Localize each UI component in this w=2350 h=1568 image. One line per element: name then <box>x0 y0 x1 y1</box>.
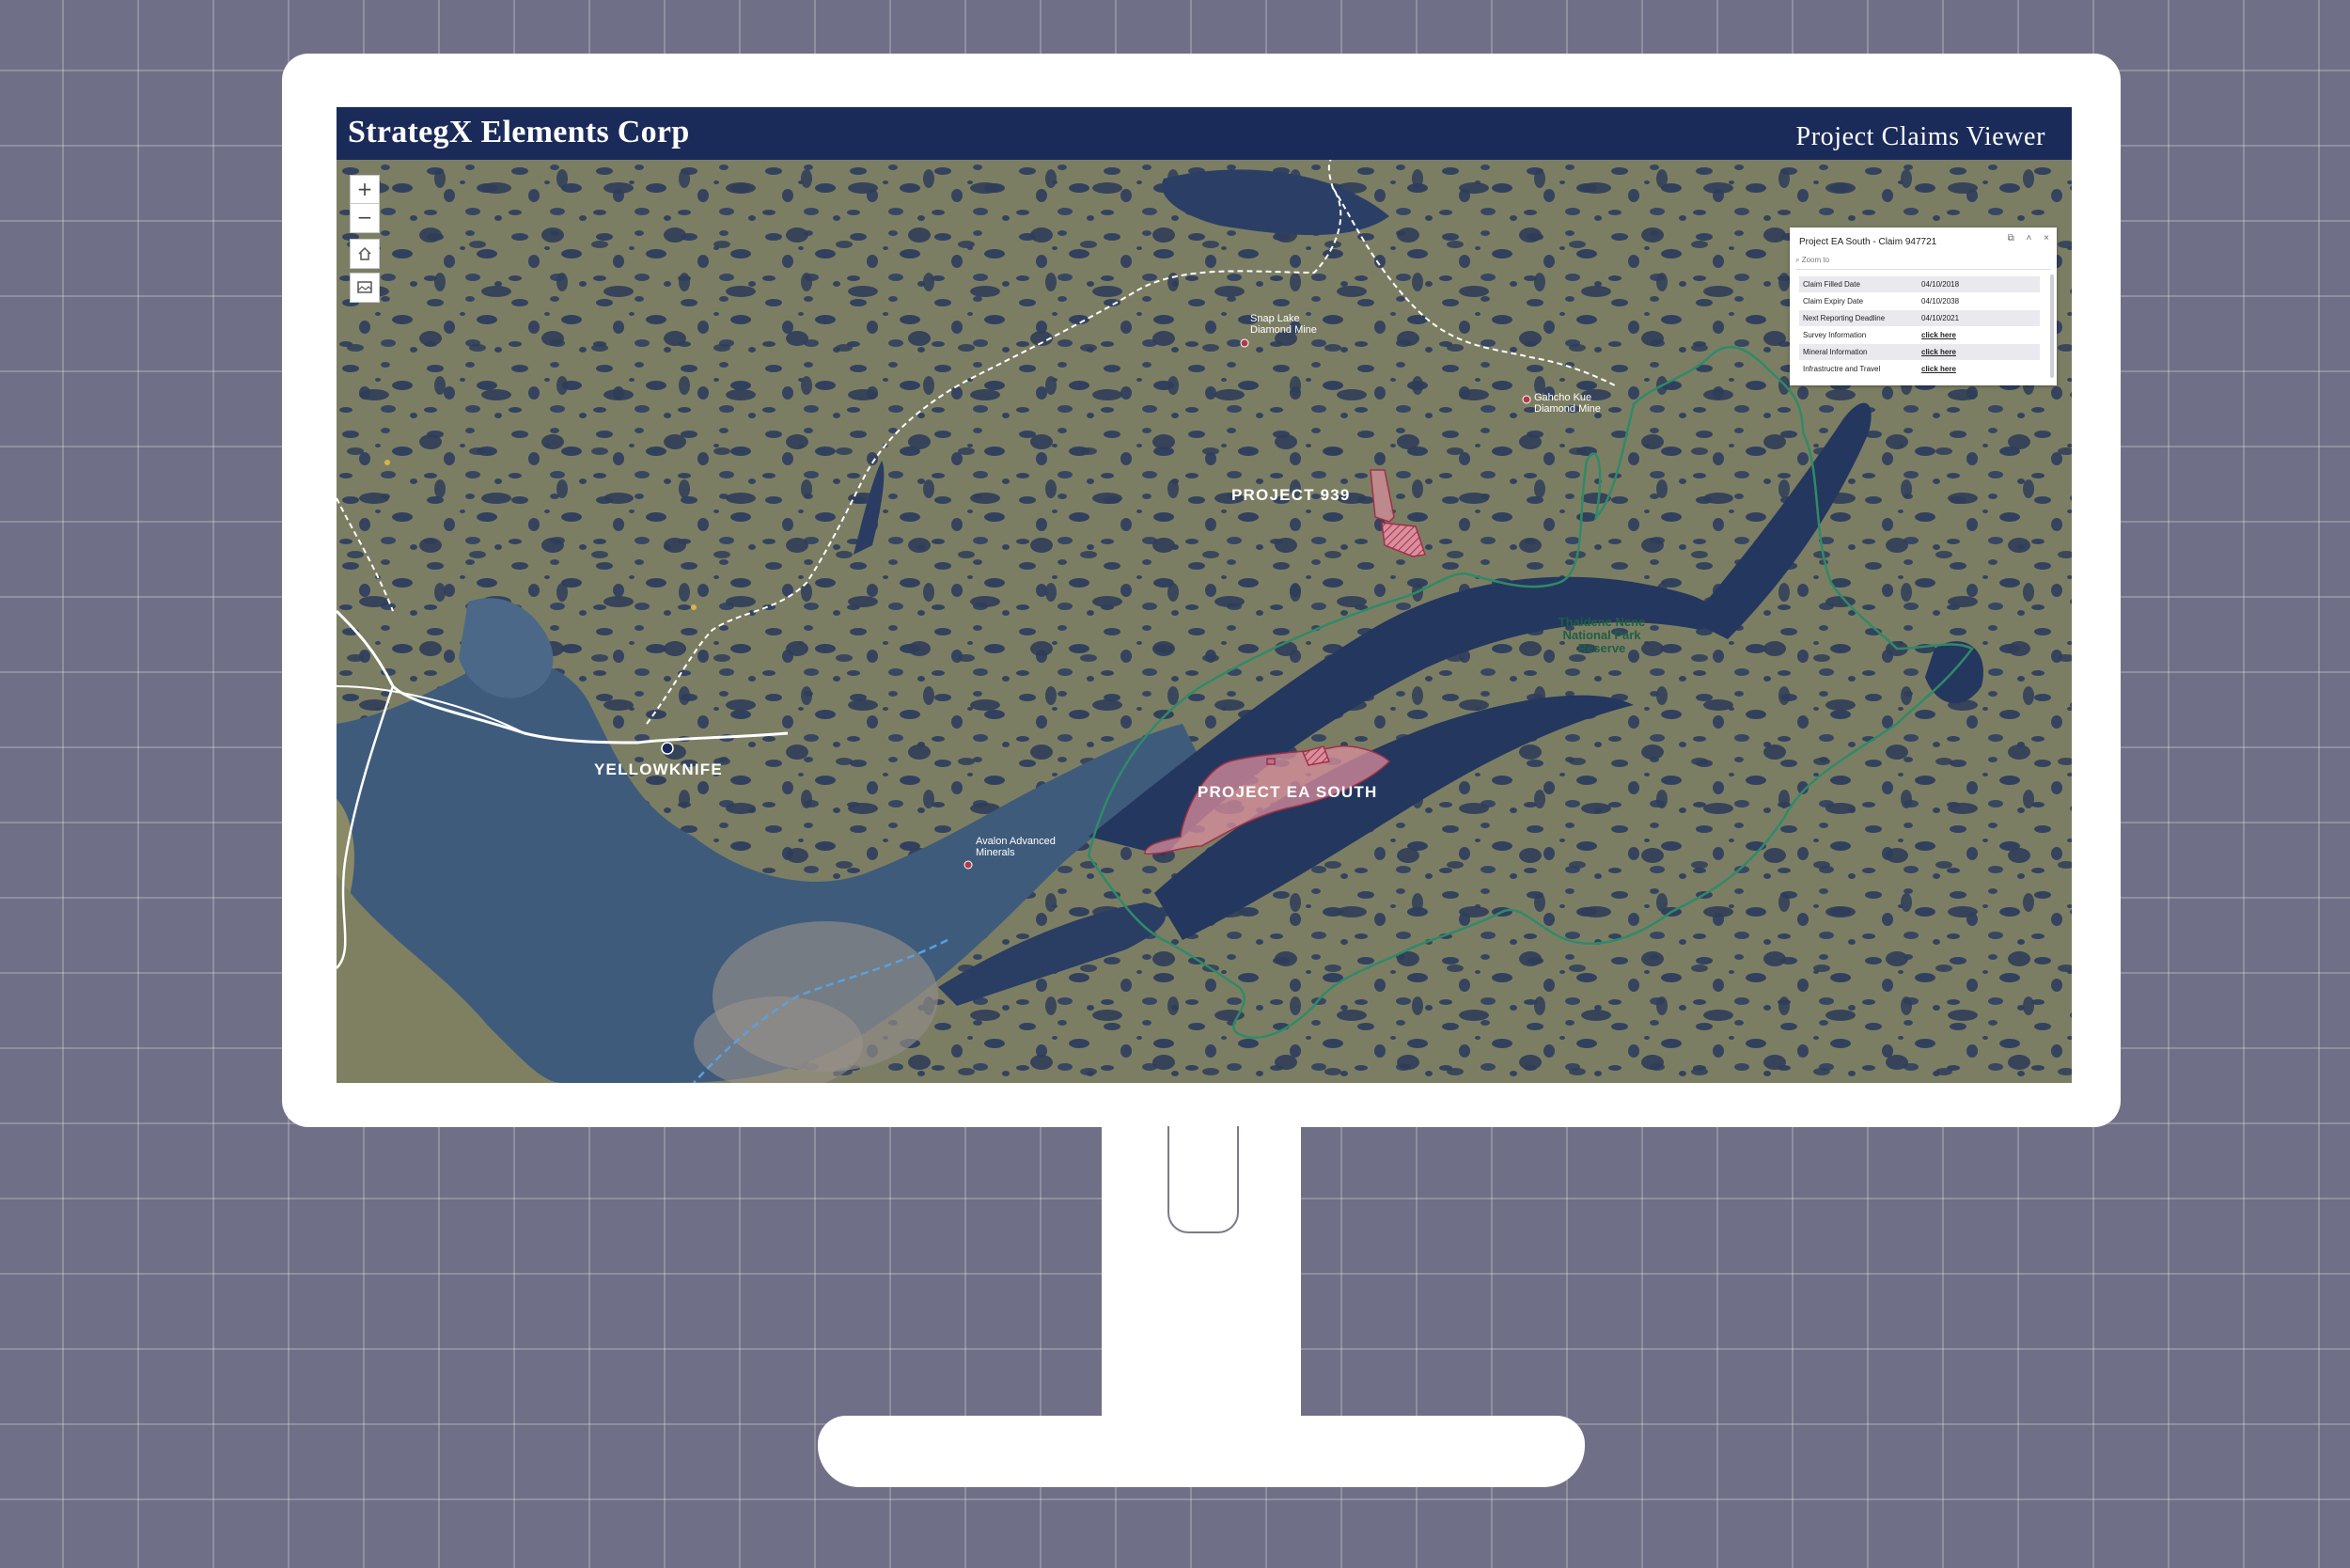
popup-tools: ⧉ ˄ × <box>1998 233 2049 243</box>
attribute-key: Claim Filled Date <box>1799 276 1918 293</box>
basemap-button[interactable] <box>350 273 380 303</box>
attribute-value: 04/10/2038 <box>1918 292 2040 310</box>
attribute-key: Next Reporting Deadline <box>1799 309 1918 327</box>
attribute-value: 04/10/2018 <box>1918 276 2040 293</box>
dock-icon[interactable]: ⧉ <box>2008 233 2014 243</box>
avalon-label-1: Avalon Advanced <box>976 836 1056 847</box>
table-row: Survey Information click here <box>1799 326 2040 344</box>
survey-link[interactable]: click here <box>1918 326 2040 344</box>
park-label-2: National Park <box>1562 628 1641 642</box>
app-screen: StrategX Elements Corp Project Claims Vi… <box>337 107 2072 1083</box>
zoom-icon: ⌕ <box>1795 256 1800 264</box>
zoom-out-button[interactable]: − <box>350 203 380 233</box>
brand-title: StrategX Elements Corp <box>348 115 690 149</box>
yellowknife-label: YELLOWKNIFE <box>594 760 723 778</box>
table-row: Claim Expiry Date 04/10/2038 <box>1799 292 2040 310</box>
table-row: Infrastructre and Travel click here <box>1799 360 2040 378</box>
table-row: Next Reporting Deadline 04/10/2021 <box>1799 309 2040 327</box>
home-icon <box>358 246 371 260</box>
snap-lake-label-2: Diamond Mine <box>1250 324 1317 336</box>
attribute-table: Claim Filled Date 04/10/2018 Claim Expir… <box>1799 276 2040 378</box>
gahcho-kue-label-1: Gahcho Kue <box>1534 392 1591 403</box>
popup-scrollbar[interactable] <box>2050 274 2054 378</box>
attribute-key: Claim Expiry Date <box>1799 292 1918 310</box>
claim-popup[interactable]: Project EA South - Claim 947721 ⧉ ˄ × ⌕ … <box>1790 227 2057 385</box>
snap-lake-label-1: Snap Lake <box>1250 313 1300 324</box>
avalon-marker[interactable] <box>964 860 973 870</box>
infrastructure-link[interactable]: click here <box>1918 360 2040 378</box>
attribute-value: 04/10/2021 <box>1918 309 2040 327</box>
minor-marker-2 <box>691 604 697 610</box>
project-939-label: PROJECT 939 <box>1231 486 1351 504</box>
monitor-cable-slot <box>1167 1126 1239 1233</box>
basemap-icon <box>357 281 372 293</box>
gahcho-kue-label-2: Diamond Mine <box>1534 403 1601 415</box>
zoom-in-button[interactable]: + <box>350 175 380 205</box>
mineral-link[interactable]: click here <box>1918 343 2040 361</box>
minor-marker-1 <box>384 460 390 465</box>
table-row: Mineral Information click here <box>1799 343 2040 361</box>
park-label-1: Thaidene Nene <box>1559 615 1645 629</box>
zoom-to-button[interactable]: ⌕ Zoom to <box>1795 256 1829 265</box>
gahcho-kue-marker[interactable] <box>1522 395 1531 404</box>
project-ea-south-label: PROJECT EA SOUTH <box>1198 783 1377 801</box>
attribute-key: Mineral Information <box>1799 343 1918 361</box>
popup-divider <box>1795 269 2051 270</box>
collapse-icon[interactable]: ˄ <box>2027 233 2032 243</box>
map-view[interactable]: YELLOWKNIFE PROJECT 939 PROJECT EA SOUTH… <box>337 160 2072 1083</box>
monitor-stand-base <box>818 1416 1585 1487</box>
attribute-key: Infrastructre and Travel <box>1799 360 1918 378</box>
home-button[interactable] <box>350 239 380 269</box>
viewer-title: Project Claims Viewer <box>1795 122 2045 151</box>
yellowknife-marker[interactable] <box>661 742 674 755</box>
park-label-3: Reserve <box>1578 641 1626 655</box>
popup-title: Project EA South - Claim 947721 <box>1799 237 1937 247</box>
avalon-label-2: Minerals <box>976 847 1015 858</box>
table-row: Claim Filled Date 04/10/2018 <box>1799 276 2040 293</box>
zoom-to-label: Zoom to <box>1801 256 1830 264</box>
attribute-key: Survey Information <box>1799 326 1918 344</box>
app-header: StrategX Elements Corp Project Claims Vi… <box>337 107 2072 160</box>
close-icon[interactable]: × <box>2044 233 2049 243</box>
snap-lake-marker[interactable] <box>1240 338 1249 348</box>
